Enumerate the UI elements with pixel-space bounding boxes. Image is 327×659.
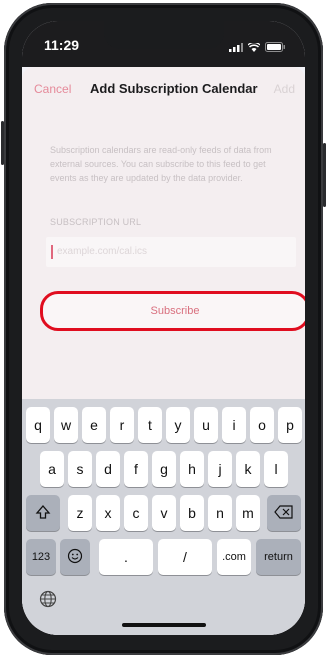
key[interactable]: a xyxy=(40,451,64,487)
delete-key[interactable] xyxy=(267,495,301,531)
battery-icon xyxy=(265,39,285,57)
subscription-description: Subscription calendars are read-only fee… xyxy=(50,145,272,183)
slash-key[interactable]: / xyxy=(158,539,212,575)
subscribe-label: Subscribe xyxy=(150,305,200,317)
phone-frame: 11:29 Cancel Add Subscription Calendar A… xyxy=(1,3,326,655)
key[interactable]: n xyxy=(208,495,232,531)
add-button[interactable]: Add xyxy=(274,82,295,96)
home-indicator xyxy=(122,623,206,627)
key[interactable]: i xyxy=(222,407,246,443)
key[interactable]: j xyxy=(208,451,232,487)
key[interactable]: s xyxy=(68,451,92,487)
key[interactable]: t xyxy=(138,407,162,443)
subscription-url-label: SUBSCRIPTION URL xyxy=(50,217,142,227)
return-key[interactable]: return xyxy=(256,539,301,575)
page-title: Add Subscription Calendar xyxy=(90,81,258,96)
key[interactable]: r xyxy=(110,407,134,443)
delete-icon xyxy=(274,504,294,522)
key[interactable]: o xyxy=(250,407,274,443)
key[interactable]: u xyxy=(194,407,218,443)
key[interactable]: m xyxy=(236,495,260,531)
cancel-button[interactable]: Cancel xyxy=(34,82,71,96)
status-icons xyxy=(229,39,285,57)
phone-side-button xyxy=(323,143,326,207)
subscription-url-field[interactable]: example.com/cal.ics xyxy=(46,237,296,267)
key[interactable]: v xyxy=(152,495,176,531)
key[interactable]: b xyxy=(180,495,204,531)
key[interactable]: w xyxy=(54,407,78,443)
key[interactable]: k xyxy=(236,451,260,487)
status-time: 11:29 xyxy=(44,37,80,53)
key[interactable]: d xyxy=(96,451,120,487)
key[interactable]: z xyxy=(68,495,92,531)
globe-icon xyxy=(39,590,57,613)
key[interactable]: h xyxy=(180,451,204,487)
subscribe-button[interactable]: Subscribe xyxy=(40,291,305,331)
period-key[interactable]: . xyxy=(99,539,153,575)
key[interactable]: p xyxy=(278,407,302,443)
key[interactable]: q xyxy=(26,407,50,443)
cellular-signal-icon xyxy=(229,39,243,57)
shift-icon xyxy=(35,504,51,523)
emoji-key[interactable] xyxy=(60,539,90,575)
navigation-bar: Cancel Add Subscription Calendar Add xyxy=(22,67,305,111)
key[interactable]: y xyxy=(166,407,190,443)
url-placeholder: example.com/cal.ics xyxy=(57,246,148,257)
phone-screen: 11:29 Cancel Add Subscription Calendar A… xyxy=(22,21,305,635)
key[interactable]: e xyxy=(82,407,106,443)
key[interactable]: f xyxy=(124,451,148,487)
key[interactable]: l xyxy=(264,451,288,487)
key[interactable]: g xyxy=(152,451,176,487)
phone-side-button xyxy=(1,121,4,165)
emoji-icon xyxy=(67,548,83,567)
text-cursor xyxy=(51,245,53,259)
notch xyxy=(104,21,224,49)
globe-button[interactable] xyxy=(36,589,60,613)
numbers-key[interactable]: 123 xyxy=(26,539,56,575)
dotcom-key[interactable]: .com xyxy=(217,539,251,575)
shift-key[interactable] xyxy=(26,495,60,531)
key[interactable]: c xyxy=(124,495,148,531)
keyboard: q w e r t y u i o p a s d f g h j k l z … xyxy=(22,399,305,635)
key[interactable]: x xyxy=(96,495,120,531)
wifi-icon xyxy=(247,39,261,57)
